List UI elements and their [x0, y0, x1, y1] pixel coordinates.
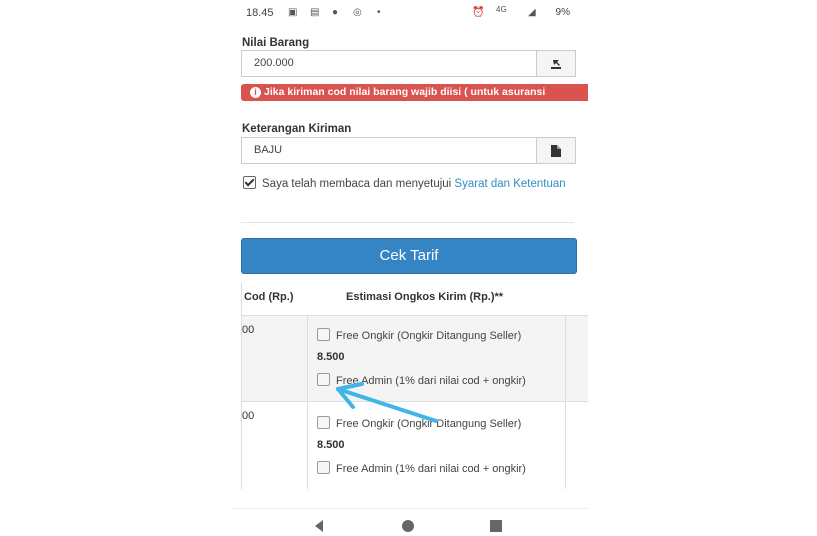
annotation-arrow	[336, 382, 438, 423]
arrow-shaft	[339, 388, 438, 423]
arrow-head-top	[336, 382, 364, 391]
